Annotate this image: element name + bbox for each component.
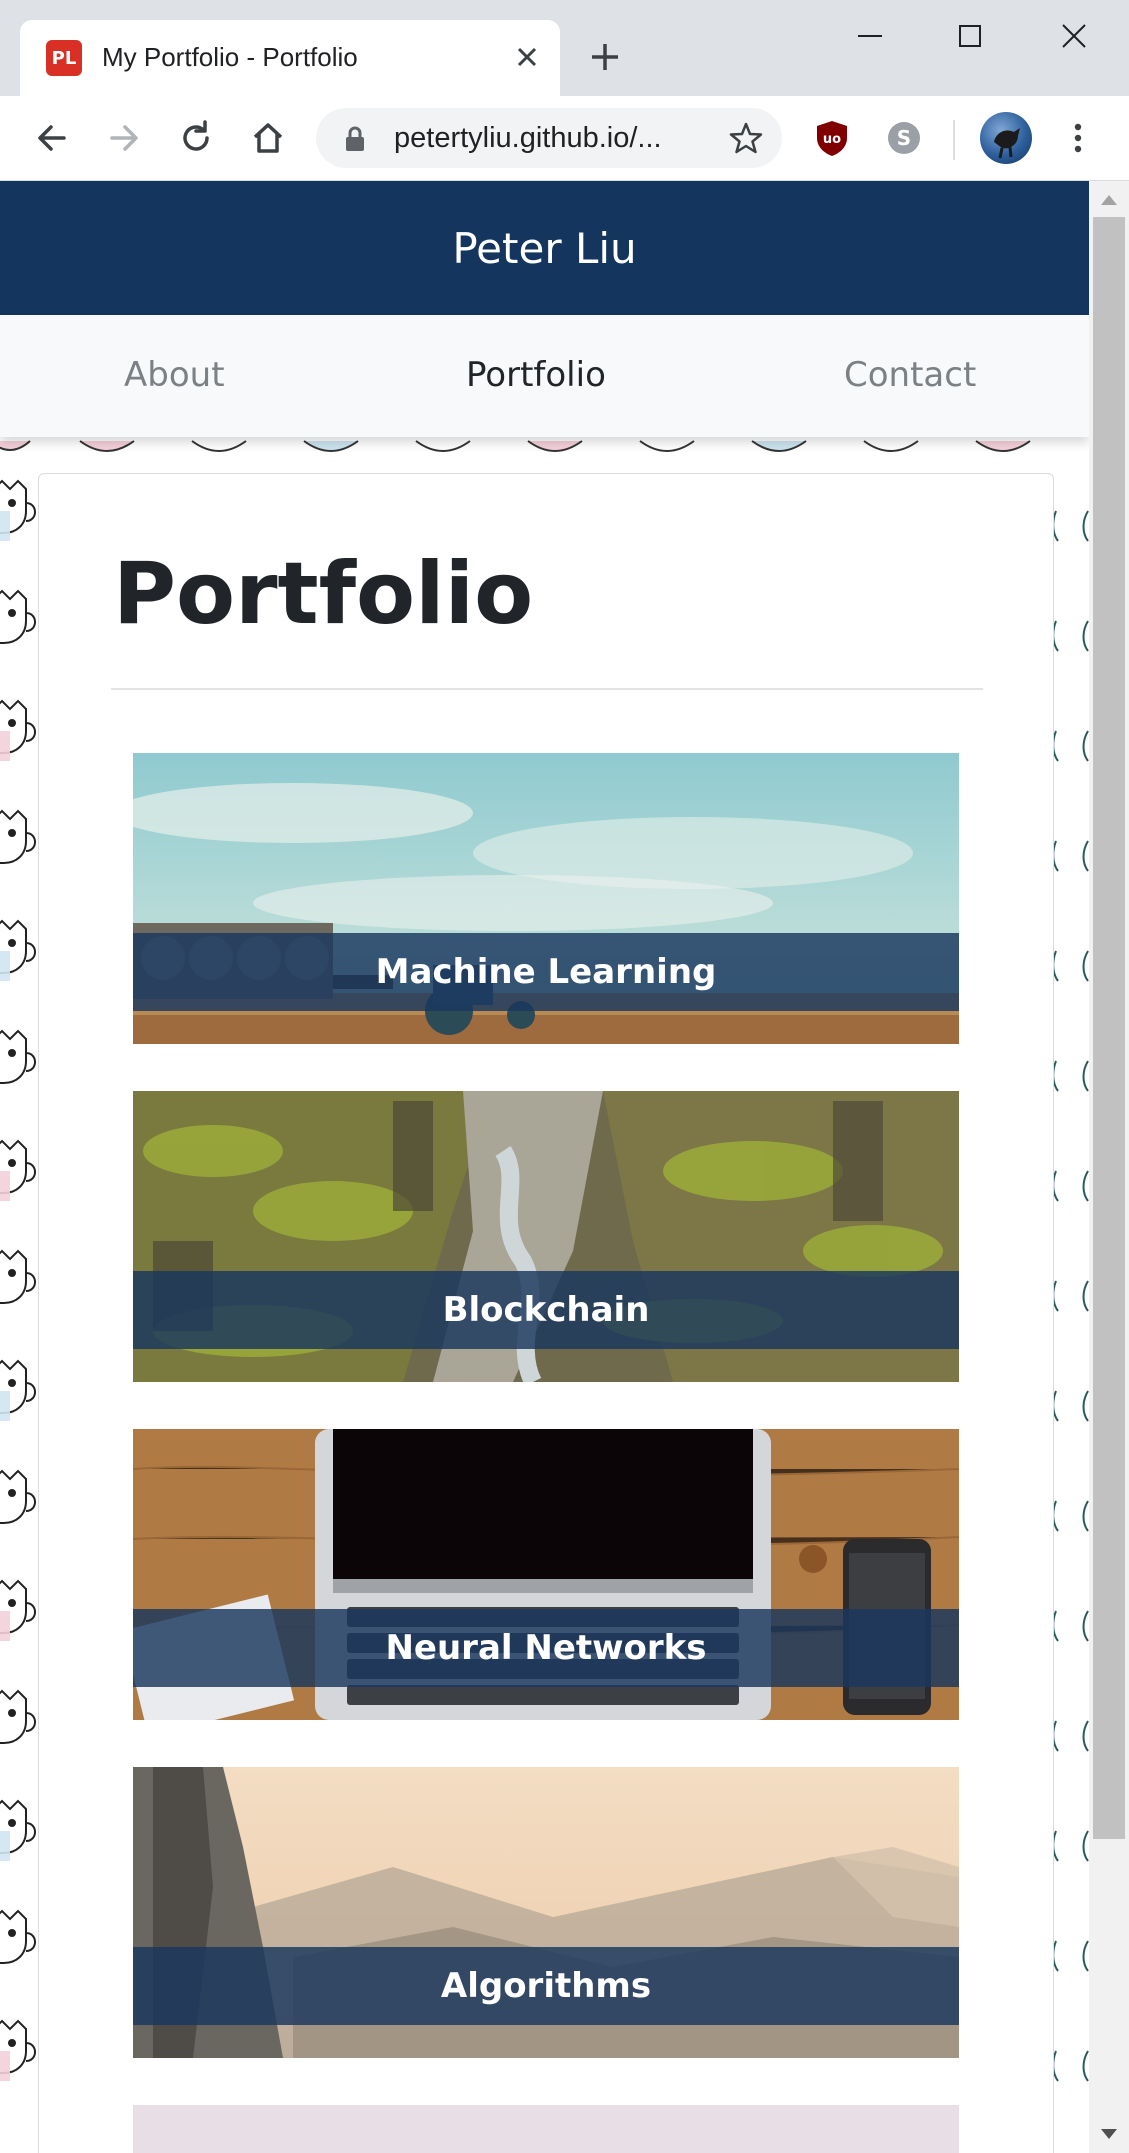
browser-toolbar: petertyliu.github.io/... uo S: [0, 96, 1129, 181]
minimize-icon[interactable]: [852, 18, 888, 54]
ublock-extension-icon[interactable]: uo: [812, 118, 852, 158]
portfolio-tile-machine-learning[interactable]: Machine Learning: [133, 753, 959, 1044]
tile-label-band: Neural Networks: [133, 1609, 959, 1687]
browser-tab-strip: PL My Portfolio - Portfolio: [0, 0, 1129, 96]
cat-cup-pattern-right: [1052, 510, 1089, 2082]
bookmark-star-icon[interactable]: [728, 120, 764, 156]
home-icon[interactable]: [248, 118, 288, 158]
tile-image-next: [133, 2105, 959, 2153]
profile-picture-icon: [994, 128, 1020, 159]
toolbar-divider: [953, 120, 955, 160]
tile-label: Machine Learning: [375, 952, 717, 992]
nav-item-about[interactable]: About: [124, 355, 225, 395]
site-header: Peter Liu: [0, 181, 1089, 315]
tile-label: Neural Networks: [385, 1628, 707, 1668]
browser-tab[interactable]: PL My Portfolio - Portfolio: [20, 20, 560, 96]
reload-icon[interactable]: [176, 118, 216, 158]
new-tab-icon[interactable]: [588, 40, 622, 74]
svg-text:S: S: [897, 126, 911, 150]
svg-text:uo: uo: [823, 132, 841, 147]
nav-item-portfolio[interactable]: Portfolio: [466, 355, 606, 395]
page-title: Portfolio: [113, 544, 534, 644]
nav-item-contact[interactable]: Contact: [844, 355, 976, 395]
close-tab-icon[interactable]: [514, 44, 540, 70]
scroll-up-arrow-icon[interactable]: [1089, 185, 1129, 215]
portfolio-tile-algorithms[interactable]: Algorithms: [133, 1767, 959, 2058]
tile-label: Blockchain: [442, 1290, 650, 1330]
tab-title: My Portfolio - Portfolio: [102, 42, 358, 72]
scroll-down-arrow-icon[interactable]: [1089, 2119, 1129, 2149]
lock-icon: [346, 126, 364, 151]
maximize-icon[interactable]: [952, 18, 988, 54]
tile-label-band: Algorithms: [133, 1947, 959, 2025]
more-menu-icon[interactable]: [1058, 118, 1098, 158]
url-text[interactable]: petertyliu.github.io/...: [394, 122, 662, 155]
tile-label-band: Machine Learning: [133, 933, 959, 1011]
content-card: Portfolio Machine Learning Blockchain Ne…: [38, 473, 1054, 2153]
profile-avatar[interactable]: [980, 112, 1032, 164]
portfolio-tile-blockchain[interactable]: Blockchain: [133, 1091, 959, 1382]
address-bar[interactable]: petertyliu.github.io/...: [316, 108, 782, 168]
tile-label-band: Blockchain: [133, 1271, 959, 1349]
portfolio-tile-next[interactable]: [133, 2105, 959, 2153]
favicon-icon: PL: [46, 40, 82, 76]
page-viewport: Peter Liu About Portfolio Contact Portfo…: [0, 181, 1089, 2153]
close-window-icon[interactable]: [1056, 18, 1092, 54]
main-nav: About Portfolio Contact: [0, 315, 1089, 437]
skype-extension-icon[interactable]: S: [884, 118, 924, 158]
site-title[interactable]: Peter Liu: [452, 224, 636, 273]
back-arrow-icon[interactable]: [32, 118, 72, 158]
page-scrollbar[interactable]: [1089, 181, 1129, 2153]
forward-arrow-icon[interactable]: [104, 118, 144, 158]
tile-label: Algorithms: [440, 1966, 652, 2006]
title-divider: [111, 688, 983, 690]
portfolio-tile-neural-networks[interactable]: Neural Networks: [133, 1429, 959, 1720]
cat-cup-pattern-left: [0, 260, 36, 2081]
cup-rim-pattern: [0, 440, 1031, 452]
scroll-thumb[interactable]: [1093, 217, 1125, 1839]
